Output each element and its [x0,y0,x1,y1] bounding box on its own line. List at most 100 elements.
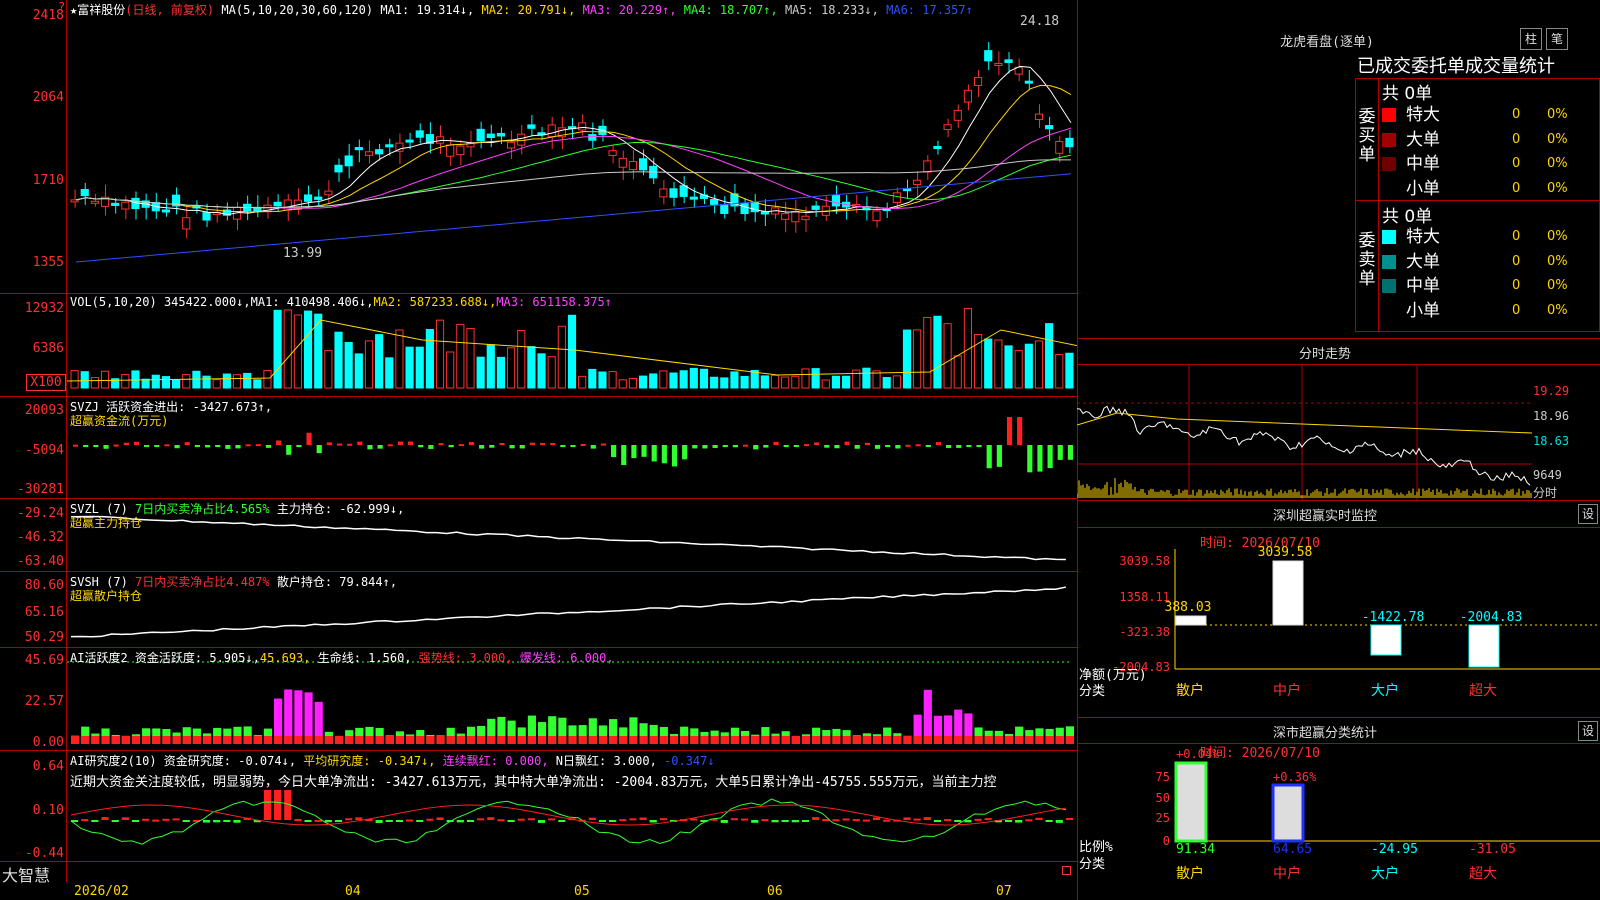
volume-bar [425,328,434,389]
activity-base [172,736,181,744]
research-bar [416,820,424,822]
color-swatch-icon [1382,254,1396,269]
candle-body [1045,125,1054,130]
candle-body [111,202,120,206]
research-bar [497,819,505,822]
sz-settings-button[interactable]: 设 [1578,504,1598,524]
buy-row-count: 0 [1512,107,1521,122]
ss-value: -24.95 [1371,842,1418,857]
candle-body [984,50,993,62]
flow-bar [458,444,464,447]
candle-body [314,196,323,200]
price-ylabel: 1355 [32,255,64,270]
activity-base [497,736,506,744]
activity-base [730,736,739,744]
lh-title: 龙虎看盘(逐单) [1280,35,1374,50]
flow-bar [154,445,160,447]
activity-base [690,736,699,744]
flow-bar [144,445,150,447]
ss-category: 中户 [1273,865,1301,882]
ss-category: 超大 [1469,866,1497,882]
activity-base [537,736,547,744]
ss-top: +0.04% [1176,747,1220,761]
lock-icon[interactable] [1062,866,1071,875]
flow-bar [468,442,475,445]
volume-bar [781,376,790,389]
activity-base [791,736,800,744]
vol-ylabel: 6386 [32,341,64,356]
stock-chart-canvas[interactable] [67,0,1077,882]
buy-row: 小单 0 0% [1382,177,1600,202]
ai1-ylabel: 45.69 [24,653,64,668]
activity-base [182,736,191,744]
activity-base [213,736,222,744]
candle-body [182,217,191,230]
sell-row-name: 小单 [1406,300,1440,321]
activity-bar [284,689,293,744]
intraday-title: 分时走势 [1298,347,1351,362]
volume-bar [507,347,516,389]
activity-base [274,736,283,744]
volume-bar [943,323,952,389]
vol-ma3: MA3: 651158.375↑ [496,295,612,309]
volume-bar [446,351,455,389]
buy-rows: 特大 0 0% 大单 0 0% 中单 0 0% 小单 0 0% [1382,103,1600,201]
flow-bar [692,445,698,449]
sell-row: 中单 0 0% [1382,274,1600,299]
activity-base [588,736,597,744]
flow-bar [387,444,393,447]
volume-bar [222,373,231,389]
volume-bar [161,376,171,389]
volume-bar [141,378,150,389]
volume-bar [263,370,272,389]
ss-category: 大户 [1371,865,1399,882]
flow-bar [702,445,708,449]
fs-label-vol: 9649 [1533,468,1562,482]
ai1-burst: 爆发线: 6.000, [512,651,614,665]
buy-row-count: 0 [1512,131,1521,147]
ss-ylabel: 0 [1163,834,1170,848]
activity-base [395,736,404,744]
research-bar [477,818,485,821]
sz-value: 3039.58 [1258,545,1313,560]
candle-body [547,124,556,138]
research-bar [537,820,546,823]
volume-bar [405,346,414,389]
flow-bar [966,445,972,447]
candle-body [324,190,333,196]
flow-bar [367,445,373,450]
flow-bar [753,445,759,450]
research-bar [791,820,799,823]
stock-name: 富祥股份 [77,3,126,17]
period-label[interactable]: (日线, 前复权) [125,3,214,17]
sz-ylabel: 1358.11 [1119,590,1170,604]
candle-body [588,134,597,141]
research-bar [649,820,657,823]
volume-bar [232,374,242,389]
tick-mode-button[interactable]: 笔 [1546,28,1568,50]
intraday-chart[interactable] [1077,365,1600,500]
volume-bar [283,309,292,389]
svsh-ylabel: 50.29 [24,630,64,645]
activity-base [1035,736,1044,744]
activity-bar [294,690,303,744]
sell-count: 共 0单 [1382,207,1433,227]
activity-base [872,736,882,744]
ss-settings-button[interactable]: 设 [1578,721,1598,741]
activity-base [436,736,445,744]
research-bar [436,817,444,820]
bar-mode-button[interactable]: 柱 [1520,28,1542,50]
buy-count: 共 0单 [1382,84,1433,104]
research-bar [324,820,332,823]
buy-row-pct: 0% [1547,180,1568,196]
order-stats-tabs[interactable]: 已成交委托单成交量统计 [1357,52,1600,78]
candle-body [375,149,384,155]
volume-bar [375,334,384,389]
research-bar [659,818,667,821]
research-bar [771,820,779,823]
flow-bar [590,445,596,449]
flow-bar [93,445,99,447]
research-bar [355,817,363,820]
brand-logo: 大智慧 [2,866,51,885]
research-bar [842,818,850,821]
